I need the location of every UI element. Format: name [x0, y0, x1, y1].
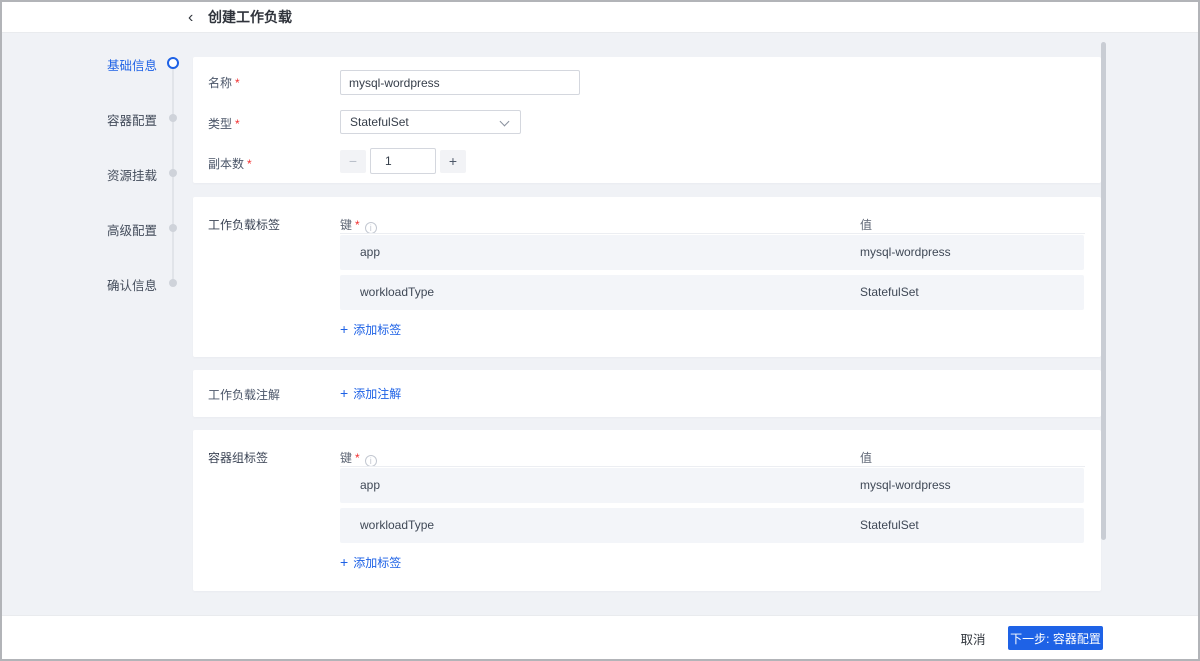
basic-info-panel: 名称* 类型* StatefulSet 副本数* − +	[193, 57, 1101, 183]
step-advanced-config[interactable]: 高级配置	[92, 220, 192, 236]
step-dot-icon	[169, 114, 177, 122]
step-label: 高级配置	[77, 220, 157, 239]
table-header-divider	[340, 233, 1085, 234]
back-icon[interactable]: ‹	[188, 2, 193, 33]
table-header-divider	[340, 466, 1085, 467]
step-label: 基础信息	[77, 55, 157, 74]
step-label: 资源挂载	[77, 165, 157, 184]
add-label-button[interactable]: +添加标签	[340, 321, 401, 338]
plus-icon: +	[340, 385, 348, 401]
value-column-header: 值	[860, 216, 872, 233]
pod-labels-panel: 容器组标签 键*i 值 app mysql-wordpress workload…	[193, 430, 1101, 591]
required-asterisk: *	[235, 117, 240, 131]
add-label-button[interactable]: +添加标签	[340, 554, 401, 571]
label-key: app	[360, 235, 380, 270]
label-value: mysql-wordpress	[860, 468, 951, 503]
page-header: ‹ 创建工作负载	[2, 2, 1198, 33]
step-dot-icon	[169, 279, 177, 287]
cancel-button[interactable]: 取消	[943, 626, 1003, 650]
label-value: StatefulSet	[860, 508, 919, 543]
name-label: 名称*	[208, 74, 240, 91]
step-active-dot-icon	[167, 57, 179, 69]
type-label: 类型*	[208, 115, 240, 132]
workload-labels-section-label: 工作负载标签	[208, 216, 280, 233]
step-label: 容器配置	[77, 110, 157, 129]
replicas-plus-button[interactable]: +	[440, 150, 466, 173]
label-row[interactable]: app mysql-wordpress	[340, 235, 1084, 270]
type-select-value: StatefulSet	[350, 111, 409, 133]
step-dot-icon	[169, 224, 177, 232]
plus-icon: +	[340, 554, 348, 570]
label-row[interactable]: workloadType StatefulSet	[340, 508, 1084, 543]
label-row[interactable]: workloadType StatefulSet	[340, 275, 1084, 310]
workload-annotations-panel: 工作负载注解 +添加注解	[193, 370, 1101, 417]
footer-bar: 取消 下一步: 容器配置	[2, 615, 1198, 659]
step-label: 确认信息	[77, 275, 157, 294]
label-value: mysql-wordpress	[860, 235, 951, 270]
replicas-label: 副本数*	[208, 155, 252, 172]
replicas-input[interactable]	[370, 148, 436, 174]
vertical-scrollbar[interactable]	[1101, 42, 1106, 540]
plus-icon: +	[340, 321, 348, 337]
type-select[interactable]: StatefulSet	[340, 110, 521, 134]
label-row[interactable]: app mysql-wordpress	[340, 468, 1084, 503]
step-confirm-info[interactable]: 确认信息	[92, 275, 192, 291]
key-column-header: 键*i	[340, 216, 377, 234]
page-title: 创建工作负载	[208, 2, 292, 33]
value-column-header: 值	[860, 449, 872, 466]
name-input[interactable]	[340, 70, 580, 95]
required-asterisk: *	[355, 218, 360, 232]
create-workload-page: ‹ 创建工作负载 基础信息 容器配置 资源挂载 高级配置 确认信息 名称* 类型…	[0, 0, 1200, 661]
replicas-minus-button[interactable]: −	[340, 150, 366, 173]
key-column-header: 键*i	[340, 449, 377, 467]
workload-annotations-section-label: 工作负载注解	[208, 386, 280, 403]
label-key: workloadType	[360, 508, 434, 543]
required-asterisk: *	[235, 76, 240, 90]
label-key: app	[360, 468, 380, 503]
required-asterisk: *	[247, 157, 252, 171]
workload-labels-panel: 工作负载标签 键*i 值 app mysql-wordpress workloa…	[193, 197, 1101, 357]
label-key: workloadType	[360, 275, 434, 310]
step-dot-icon	[169, 169, 177, 177]
next-step-button[interactable]: 下一步: 容器配置	[1008, 626, 1103, 650]
step-container-config[interactable]: 容器配置	[92, 110, 192, 126]
required-asterisk: *	[355, 451, 360, 465]
add-annotation-button[interactable]: +添加注解	[340, 385, 401, 402]
step-resource-mount[interactable]: 资源挂载	[92, 165, 192, 181]
label-value: StatefulSet	[860, 275, 919, 310]
step-basic-info[interactable]: 基础信息	[92, 55, 192, 71]
pod-labels-section-label: 容器组标签	[208, 449, 268, 466]
chevron-down-icon	[500, 117, 510, 127]
